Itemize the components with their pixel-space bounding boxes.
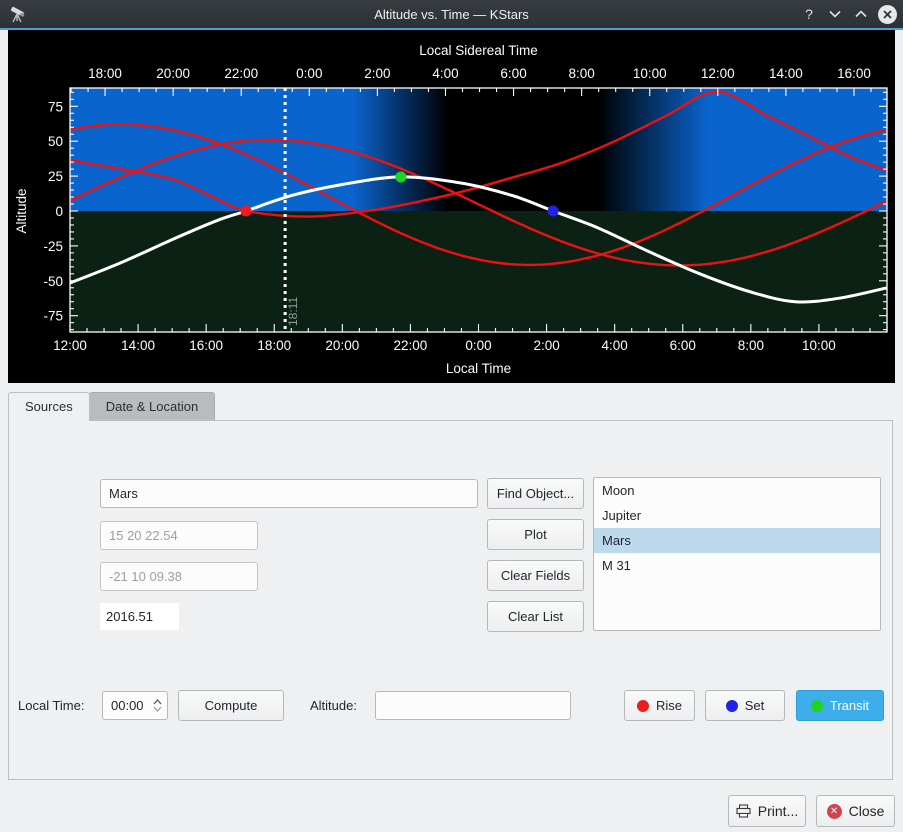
svg-text:75: 75 [48,99,63,114]
set-dot-icon [726,700,738,712]
svg-text:10:00: 10:00 [802,338,836,353]
svg-text:25: 25 [48,169,63,184]
svg-text:4:00: 4:00 [602,338,628,353]
svg-text:8:00: 8:00 [569,66,595,81]
clear-fields-button[interactable]: Clear Fields [487,560,584,591]
svg-text:8:00: 8:00 [738,338,764,353]
close-button-label: Close [849,803,885,819]
clear-list-button[interactable]: Clear List [487,601,584,632]
svg-text:Altitude: Altitude [14,188,29,233]
spin-down-icon[interactable] [153,706,162,712]
print-button-label: Print... [758,803,798,819]
svg-text:16:00: 16:00 [189,338,223,353]
rise-button-label: Rise [656,698,682,713]
ra-input: 15 20 22.54 [100,521,258,550]
set-button-label: Set [745,698,765,713]
maximize-button[interactable] [852,5,870,23]
svg-text:-75: -75 [43,309,63,324]
svg-text:2:00: 2:00 [533,338,559,353]
help-button[interactable]: ? [800,6,818,22]
svg-text:22:00: 22:00 [224,66,258,81]
altitude-label: Altitude: [310,698,357,713]
svg-text:6:00: 6:00 [670,338,696,353]
rise-dot-icon [637,700,649,712]
list-item[interactable]: M 31 [594,553,880,578]
transit-dot-icon [811,700,823,712]
close-window-button[interactable] [878,5,897,24]
dec-input: -21 10 09.38 [100,562,258,591]
transit-button-label: Transit [830,698,869,713]
altitude-chart-panel: 18:11 18:00 20:00 22:00 0:00 2:00 4:00 6:00 8:00… [8,30,895,383]
find-object-button[interactable]: Find Object... [487,478,584,509]
svg-text:10:00: 10:00 [633,66,667,81]
svg-text:6:00: 6:00 [500,66,526,81]
svg-text:2:00: 2:00 [364,66,390,81]
altitude-vs-time-plot: 18:11 18:00 20:00 22:00 0:00 2:00 4:00 6:00 8:00… [8,30,895,383]
svg-text:-50: -50 [43,274,63,289]
svg-text:20:00: 20:00 [156,66,190,81]
window-title: Altitude vs. Time — KStars [0,7,903,22]
altitude-vs-time-dialog: Altitude vs. Time — KStars ? 18:11 18:00 2… [0,0,903,832]
svg-text:50: 50 [48,134,63,149]
tabbar: Sources Date & Location [8,392,214,421]
transit-button[interactable]: Transit [796,690,884,721]
current-time-label: 18:11 [286,297,300,326]
svg-text:22:00: 22:00 [394,338,428,353]
plot-button[interactable]: Plot [487,519,584,550]
close-button[interactable]: ✕ Close [816,795,895,827]
svg-text:14:00: 14:00 [769,66,803,81]
name-input[interactable]: Mars [100,479,478,508]
equinox-value: 2016.51 [100,603,179,630]
set-marker [548,206,559,217]
altitude-input[interactable] [375,691,571,720]
compute-button[interactable]: Compute [178,690,284,721]
local-time-value[interactable]: 00:00 [103,698,147,713]
svg-text:20:00: 20:00 [325,338,359,353]
print-button[interactable]: Print... [728,795,806,827]
object-list[interactable]: MoonJupiterMarsM 31 [593,477,881,631]
svg-text:14:00: 14:00 [121,338,155,353]
tab-date-location[interactable]: Date & Location [89,392,216,421]
spin-up-icon[interactable] [153,699,162,705]
set-button[interactable]: Set [705,690,785,721]
svg-text:Local Sidereal Time: Local Sidereal Time [419,43,538,58]
rise-marker [240,206,251,217]
local-time-spinbox[interactable]: 00:00 [102,691,168,720]
close-dialog-icon: ✕ [827,804,842,819]
local-time-label: Local Time: [18,698,84,713]
svg-text:0: 0 [55,204,63,219]
list-item[interactable]: Jupiter [594,503,880,528]
svg-text:-25: -25 [43,239,63,254]
svg-text:18:00: 18:00 [257,338,291,353]
tab-sources[interactable]: Sources [8,392,90,421]
svg-text:12:00: 12:00 [701,66,735,81]
svg-text:4:00: 4:00 [432,66,458,81]
list-item[interactable]: Moon [594,478,880,503]
svg-text:18:00: 18:00 [88,66,122,81]
svg-text:0:00: 0:00 [296,66,322,81]
svg-text:0:00: 0:00 [465,338,491,353]
svg-text:12:00: 12:00 [53,338,87,353]
transit-marker [395,171,406,182]
minimize-button[interactable] [826,5,844,23]
svg-text:16:00: 16:00 [837,66,871,81]
list-item[interactable]: Mars [594,528,880,553]
printer-icon [736,804,751,818]
svg-text:Local Time: Local Time [446,361,511,376]
titlebar: Altitude vs. Time — KStars ? [0,0,903,28]
rise-button[interactable]: Rise [624,690,695,721]
